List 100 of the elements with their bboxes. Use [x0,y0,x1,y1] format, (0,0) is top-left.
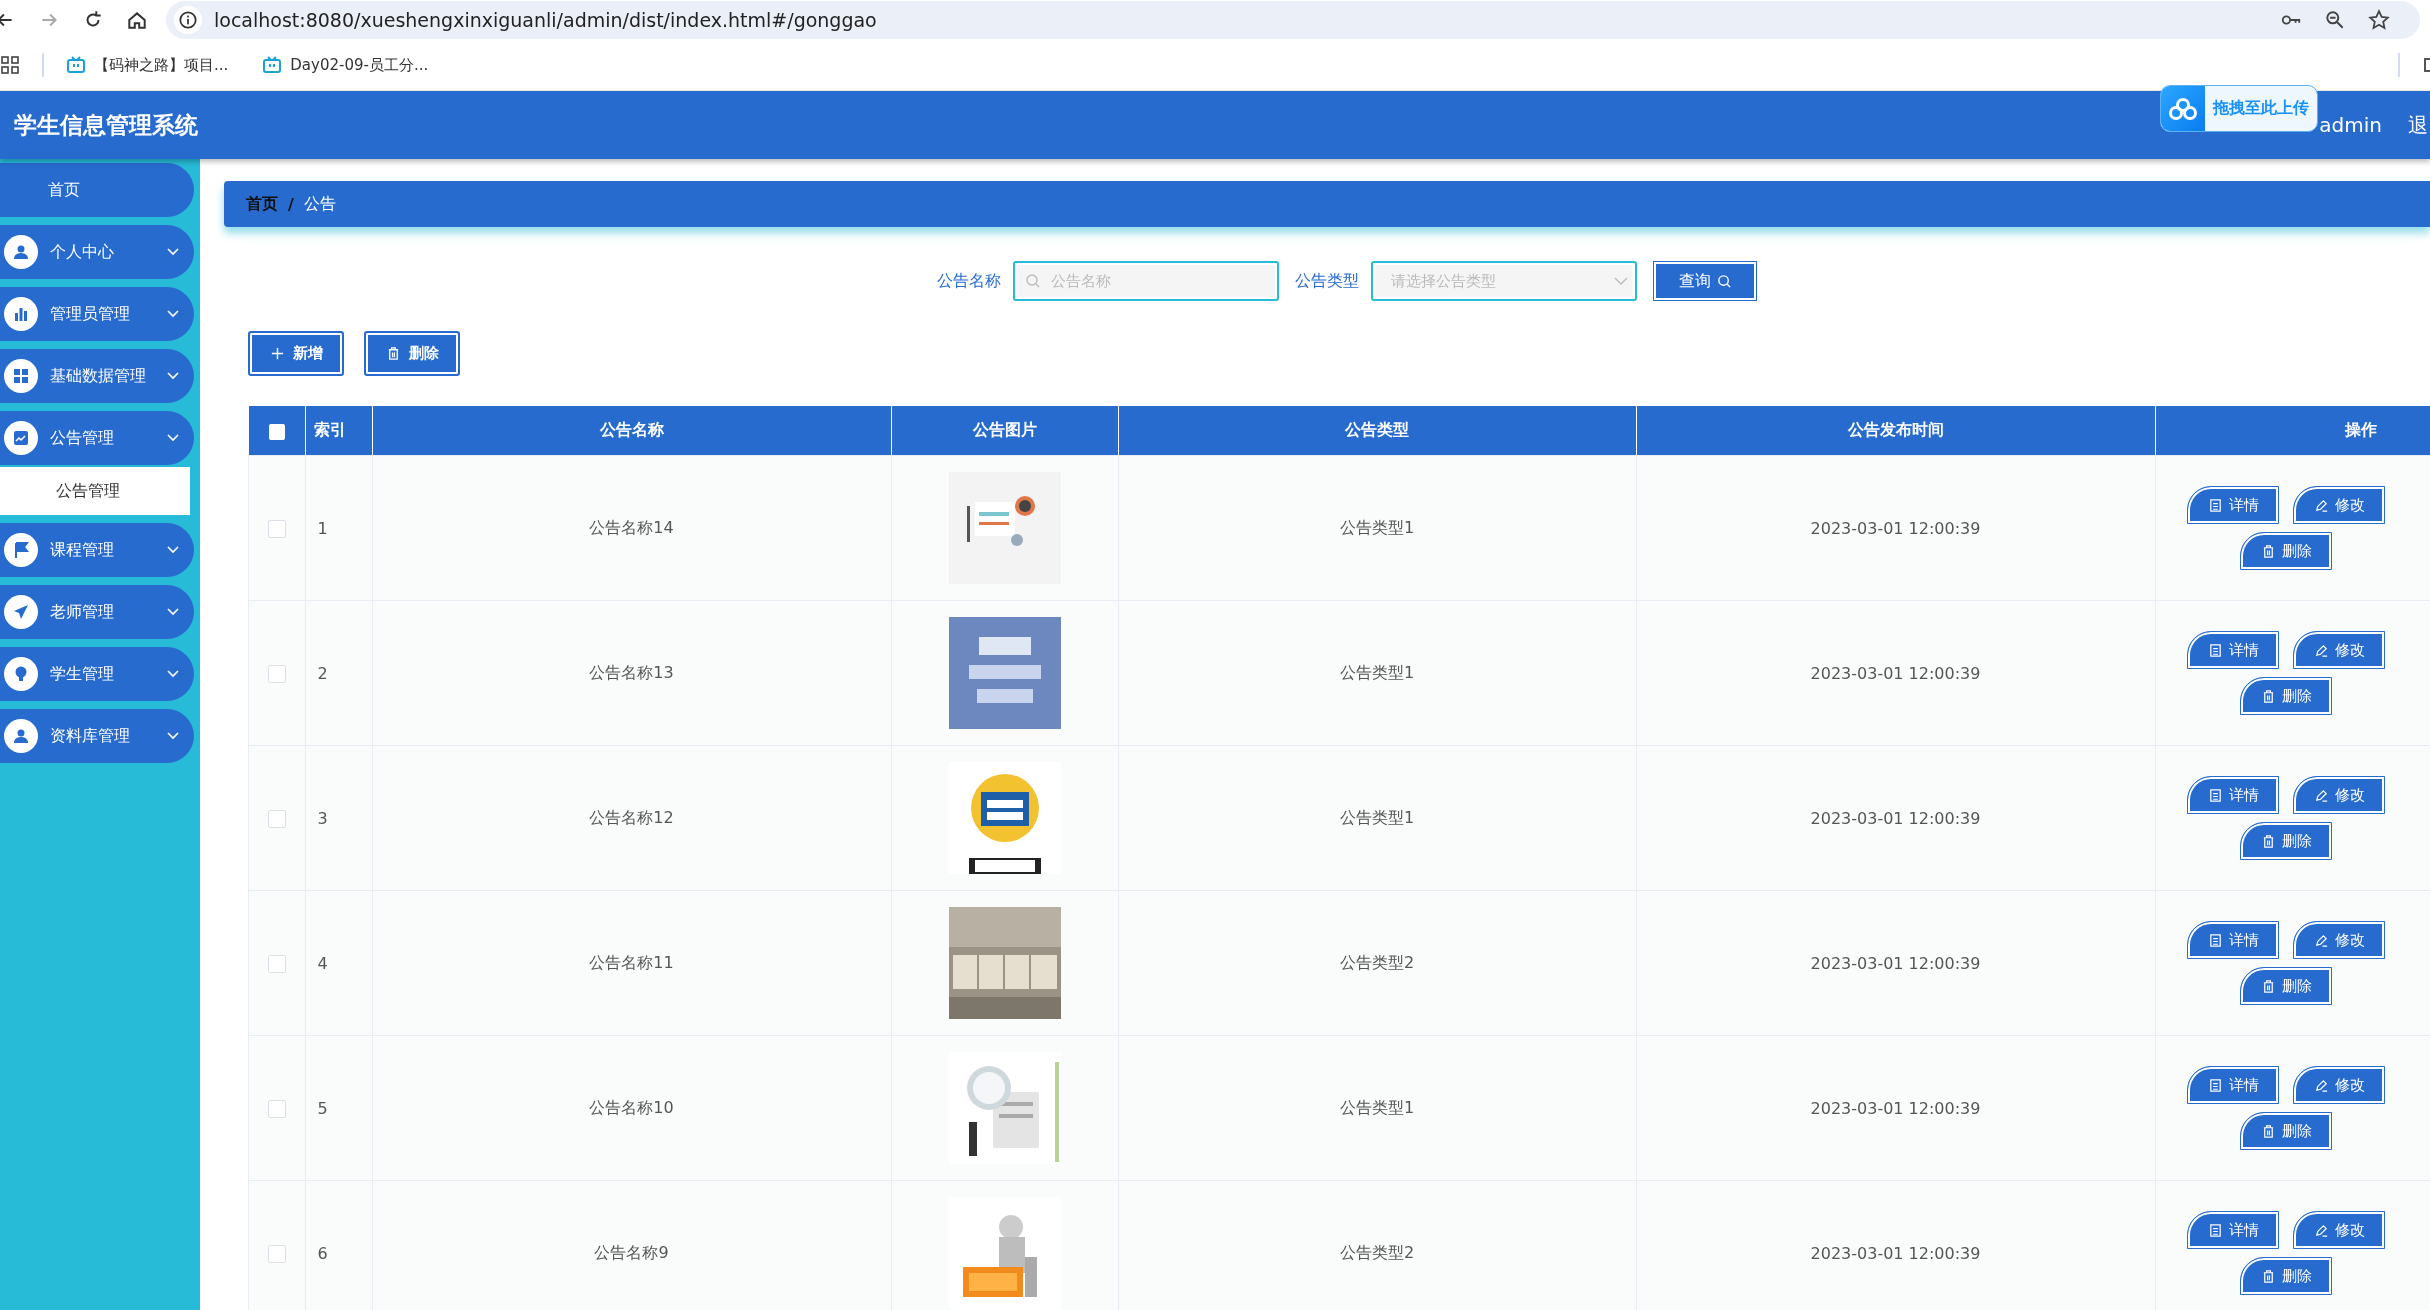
pencil-icon [2313,497,2329,513]
row-checkbox[interactable] [267,809,286,828]
table-cell: 2023-03-01 12:00:39 [1636,600,2155,746]
upload-widget[interactable]: 拖拽至此上传 [2160,85,2318,132]
delete-button[interactable]: 删除 [2240,967,2333,1005]
document-icon [2207,497,2223,513]
menu-item[interactable]: 公告管理 [0,411,194,465]
table-cell: 公告名称13 [372,600,891,746]
row-checkbox[interactable] [267,1099,286,1118]
table-cell: 公告类型1 [1118,600,1636,746]
menu-item[interactable]: 学生管理 [0,647,194,701]
menu-item[interactable]: 资料库管理 [0,709,194,763]
breadcrumb-link[interactable]: 首页 [246,193,278,215]
select-all-checkbox[interactable] [268,423,285,440]
table-cell: 1 [305,455,372,601]
table-cell: 公告名称11 [372,890,891,1036]
caret-icon [166,433,180,443]
column-header: 公告发布时间 [1636,406,2155,456]
address-bar[interactable]: localhost:8080/xueshengxinxiguanli/admin/dist/index.html#/gonggao [166,1,2420,39]
table-cell: 公告类型2 [1118,1180,1636,1310]
caret-icon [166,607,180,617]
table-cell: 5 [305,1035,372,1181]
info-icon[interactable] [174,6,202,34]
edit-button[interactable]: 修改 [2293,776,2386,814]
details-button[interactable]: 详情 [2187,776,2280,814]
submenu-item[interactable]: 公告管理 [0,467,190,515]
table-cell: 2023-03-01 12:00:39 [1636,745,2155,891]
table-cell: 2 [305,600,372,746]
bookmark-link[interactable]: 【码神之路】项目... [66,55,229,75]
logout-link[interactable]: 退 [2408,111,2430,139]
table-cell: 公告类型1 [1118,455,1636,601]
chart-icon [4,421,38,455]
menu-item[interactable]: 个人中心 [0,225,194,279]
pencil-icon [2313,1222,2329,1238]
zoom-out-icon[interactable] [2324,9,2346,31]
column-header: 操作 [2155,406,2430,456]
paper-plane-icon [4,595,38,629]
caret-icon [166,371,180,381]
document-icon [2207,1077,2223,1093]
query-button[interactable]: 查询 [1653,261,1757,301]
column-header: 公告类型 [1118,406,1636,456]
details-button[interactable]: 详情 [2187,921,2280,959]
table-cell: 公告名称10 [372,1035,891,1181]
search-icon [1716,273,1732,289]
edit-button[interactable]: 修改 [2293,1211,2386,1249]
table-cell: 2023-03-01 12:00:39 [1636,1035,2155,1181]
table-cell: 公告类型2 [1118,890,1636,1036]
menu-item[interactable]: 管理员管理 [0,287,194,341]
pencil-icon [2313,932,2329,948]
delete-button[interactable]: 删除 [2240,677,2333,715]
apps-icon[interactable] [0,55,20,75]
breadcrumb-link[interactable]: 公告 [303,193,336,215]
bar-chart-icon [4,297,38,331]
row-checkbox[interactable] [267,664,286,683]
details-button[interactable]: 详情 [2187,631,2280,669]
details-button[interactable]: 详情 [2187,486,2280,524]
search-field[interactable]: 公告名称 [1013,261,1279,301]
menu-item[interactable]: 基础数据管理 [0,349,194,403]
caret-icon [166,247,180,257]
delete-button[interactable]: 删除 [2240,1257,2333,1295]
star-icon[interactable] [2368,9,2390,31]
details-button[interactable]: 详情 [2187,1066,2280,1104]
pencil-icon [2313,1077,2329,1093]
column-header: 公告名称 [372,406,891,456]
document-icon [2207,1222,2223,1238]
row-checkbox[interactable] [267,1244,286,1263]
menu-item[interactable]: 首页 [0,163,194,217]
delete-button[interactable]: 删除 [2240,822,2333,860]
plus-icon [269,346,285,361]
table-cell: 2023-03-01 12:00:39 [1636,1180,2155,1310]
column-header: 索引 [305,406,372,456]
document-icon [2207,932,2223,948]
field-label: 公告类型 [1295,270,1359,292]
details-button[interactable]: 详情 [2187,1211,2280,1249]
caret-icon [166,731,180,741]
caret-icon [166,545,180,555]
menu-item[interactable]: 老师管理 [0,585,194,639]
edit-button[interactable]: 修改 [2293,486,2386,524]
caret-icon [166,309,180,319]
delete-button[interactable]: 删除 [2240,532,2333,570]
edit-button[interactable]: 修改 [2293,921,2386,959]
table-cell: 3 [305,745,372,891]
table-cell: 公告名称12 [372,745,891,891]
table-cell: 公告名称9 [372,1180,891,1310]
menu-item[interactable]: 课程管理 [0,523,194,577]
delete-button[interactable]: 删除 [2240,1112,2333,1150]
row-checkbox[interactable] [267,519,286,538]
cloud-icon [2161,86,2205,131]
edit-button[interactable]: 修改 [2293,1066,2386,1104]
row-checkbox[interactable] [267,954,286,973]
table-cell: 公告类型1 [1118,745,1636,891]
app-title: 学生信息管理系统 [14,110,198,140]
add-button[interactable]: 新增 [248,331,344,376]
edit-button[interactable]: 修改 [2293,631,2386,669]
tv-icon [66,55,86,75]
username: admin [2319,113,2382,137]
delete-button[interactable]: 删除 [364,331,460,376]
pencil-icon [2313,787,2329,803]
bookmark-link[interactable]: Day02-09-员工分... [262,55,429,75]
table-cell: 2023-03-01 12:00:39 [1636,890,2155,1036]
